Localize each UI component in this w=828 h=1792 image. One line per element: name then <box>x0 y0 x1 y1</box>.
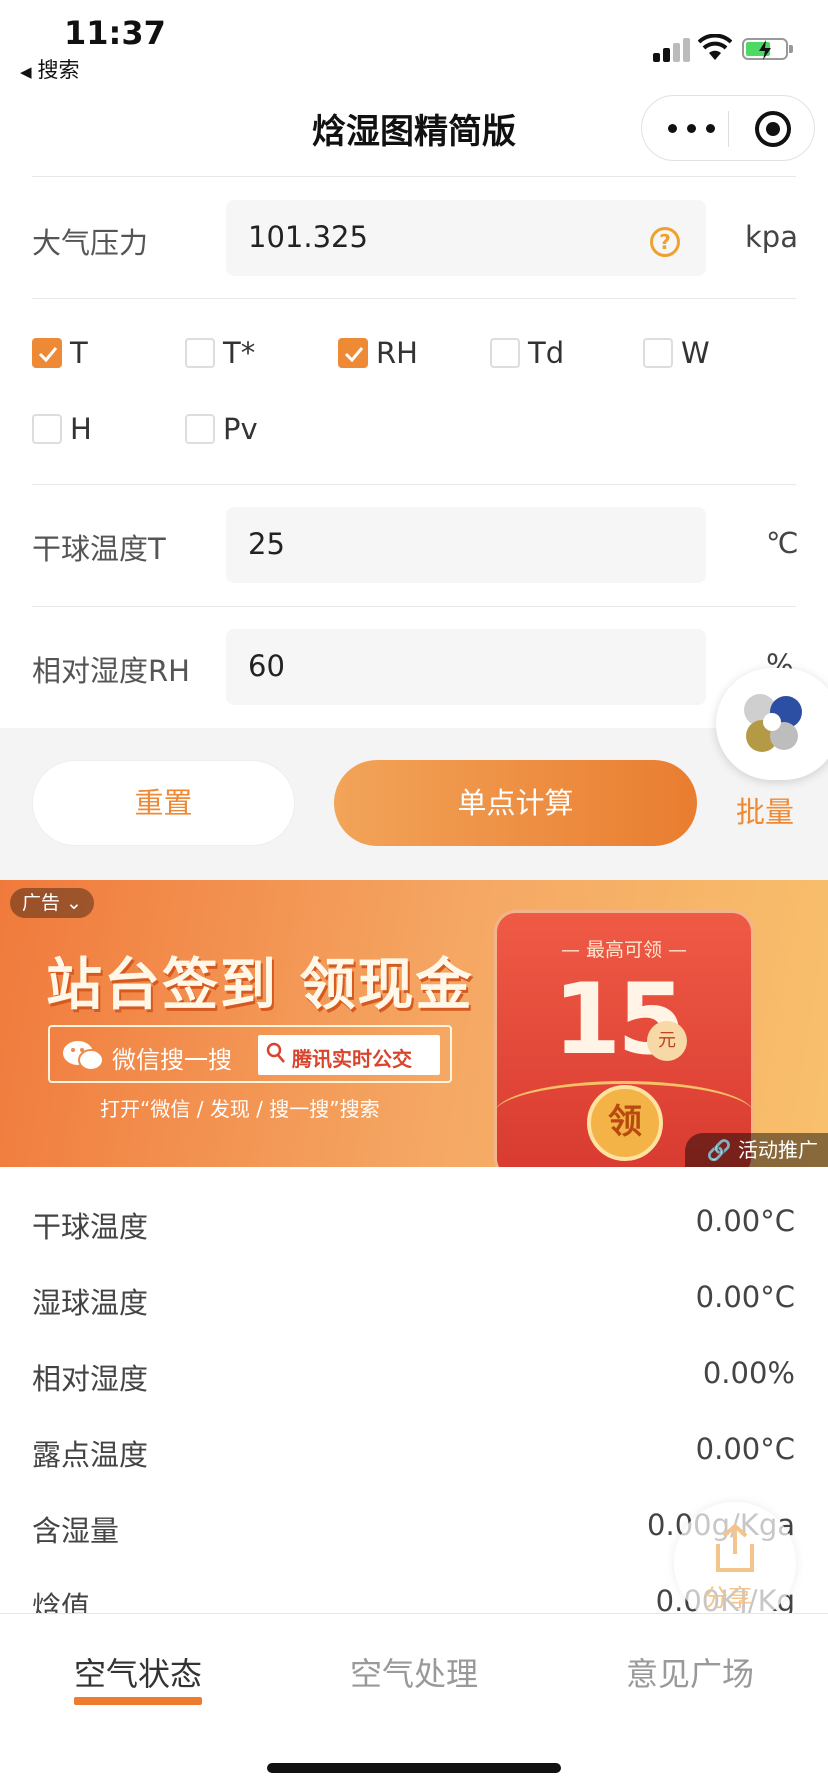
ad-promo-label: 🔗 活动推广 <box>684 1133 828 1167</box>
help-icon[interactable]: ? <box>650 227 680 257</box>
batch-button[interactable]: 批量 <box>736 789 794 831</box>
dry-bulb-value: 25 <box>248 527 285 561</box>
ad-search-term-box: 腾讯实时公交 <box>258 1035 440 1075</box>
back-label: 搜索 <box>37 58 80 82</box>
option-label: H <box>70 412 92 446</box>
share-label: 分享 <box>704 1584 752 1612</box>
checkbox-icon <box>185 338 215 368</box>
result-label: 相对湿度 <box>32 1362 149 1396</box>
humidity-input[interactable]: 60 <box>226 629 706 705</box>
wifi-icon <box>698 34 732 60</box>
ad-wechat-search: 微信搜一搜 <box>112 1046 232 1074</box>
status-time: 11:37 <box>64 14 166 52</box>
back-arrow-icon: ◀ <box>20 63 32 81</box>
share-button[interactable]: 分享 <box>674 1502 796 1624</box>
single-calc-button[interactable]: 单点计算 <box>334 760 697 846</box>
option-label: Pv <box>223 412 258 446</box>
ad-banner[interactable]: 广告 ⌄ 站台签到 领现金 微信搜一搜 腾讯实时公交 打开“微信 / 发现 / … <box>0 880 828 1167</box>
result-value: 0.00% <box>702 1356 795 1390</box>
option-label: W <box>681 336 710 370</box>
ad-tag-label: 广告 <box>22 892 61 914</box>
ad-search-box: 微信搜一搜 腾讯实时公交 <box>48 1025 452 1083</box>
close-miniapp-icon[interactable] <box>755 111 791 147</box>
tab-feedback[interactable]: 意见广场 <box>626 1649 754 1695</box>
checkbox-icon <box>490 338 520 368</box>
result-label: 干球温度 <box>32 1210 149 1244</box>
checkbox-checked-icon <box>338 338 368 368</box>
divider <box>32 298 796 299</box>
result-label: 露点温度 <box>32 1438 149 1472</box>
tab-air-state[interactable]: 空气状态 <box>74 1649 202 1695</box>
back-to-search-link[interactable]: ◀ 搜索 <box>20 54 80 84</box>
miniapp-capsule <box>641 95 815 161</box>
pressure-unit: kpa <box>745 220 798 254</box>
search-icon <box>266 1042 285 1063</box>
home-indicator[interactable] <box>267 1763 561 1773</box>
option-label: Td <box>528 336 565 370</box>
ad-search-term: 腾讯实时公交 <box>292 1047 412 1071</box>
ad-subtitle: 打开“微信 / 发现 / 搜一搜”搜索 <box>100 1097 380 1121</box>
checkbox-checked-icon <box>32 338 62 368</box>
option-label: RH <box>376 336 418 370</box>
divider <box>32 484 796 485</box>
packet-unit: 元 <box>647 1021 687 1061</box>
packet-coin: 领 <box>587 1085 663 1161</box>
capsule-divider <box>728 111 729 147</box>
humidity-label: 相对湿度RH <box>32 654 190 688</box>
reset-button[interactable]: 重置 <box>32 760 295 846</box>
dry-bulb-label: 干球温度T <box>32 532 166 566</box>
result-value: 0.00°C <box>695 1204 795 1238</box>
option-label: T <box>70 336 88 370</box>
checkbox-icon <box>32 414 62 444</box>
app-logo-icon <box>744 694 802 752</box>
result-label: 湿球温度 <box>32 1286 149 1320</box>
ad-promo-text: 活动推广 <box>738 1138 818 1162</box>
packet-top-text: — 最高可领 — <box>560 939 688 961</box>
checkbox-icon <box>643 338 673 368</box>
divider <box>32 176 796 177</box>
floating-app-logo[interactable] <box>716 668 828 780</box>
more-options-icon[interactable] <box>666 108 718 148</box>
ad-tag[interactable]: 广告 ⌄ <box>10 888 94 918</box>
checkbox-icon <box>185 414 215 444</box>
link-icon: 🔗 <box>706 1138 732 1162</box>
active-tab-indicator <box>74 1697 202 1705</box>
red-packet-graphic: — 最高可领 — 15 元 领 <box>494 910 754 1167</box>
option-label: T* <box>223 336 256 370</box>
dry-bulb-input[interactable]: 25 <box>226 507 706 583</box>
status-bar: 11:37 ◀ 搜索 <box>0 0 828 90</box>
tab-air-processing[interactable]: 空气处理 <box>350 1649 478 1695</box>
cellular-signal-icon <box>653 36 691 62</box>
result-label: 含湿量 <box>32 1514 120 1548</box>
humidity-value: 60 <box>248 649 285 683</box>
divider <box>32 606 796 607</box>
dry-bulb-unit: ℃ <box>766 526 799 560</box>
result-value: 0.00°C <box>695 1432 795 1466</box>
pressure-label: 大气压力 <box>32 226 149 260</box>
share-icon <box>716 1523 754 1572</box>
pressure-value: 101.325 <box>248 220 368 254</box>
ad-headline: 站台签到 领现金 <box>46 953 474 1018</box>
wechat-icon <box>63 1041 104 1071</box>
result-value: 0.00°C <box>695 1280 795 1314</box>
pressure-input[interactable]: 101.325 <box>226 200 706 276</box>
battery-icon <box>742 38 793 60</box>
